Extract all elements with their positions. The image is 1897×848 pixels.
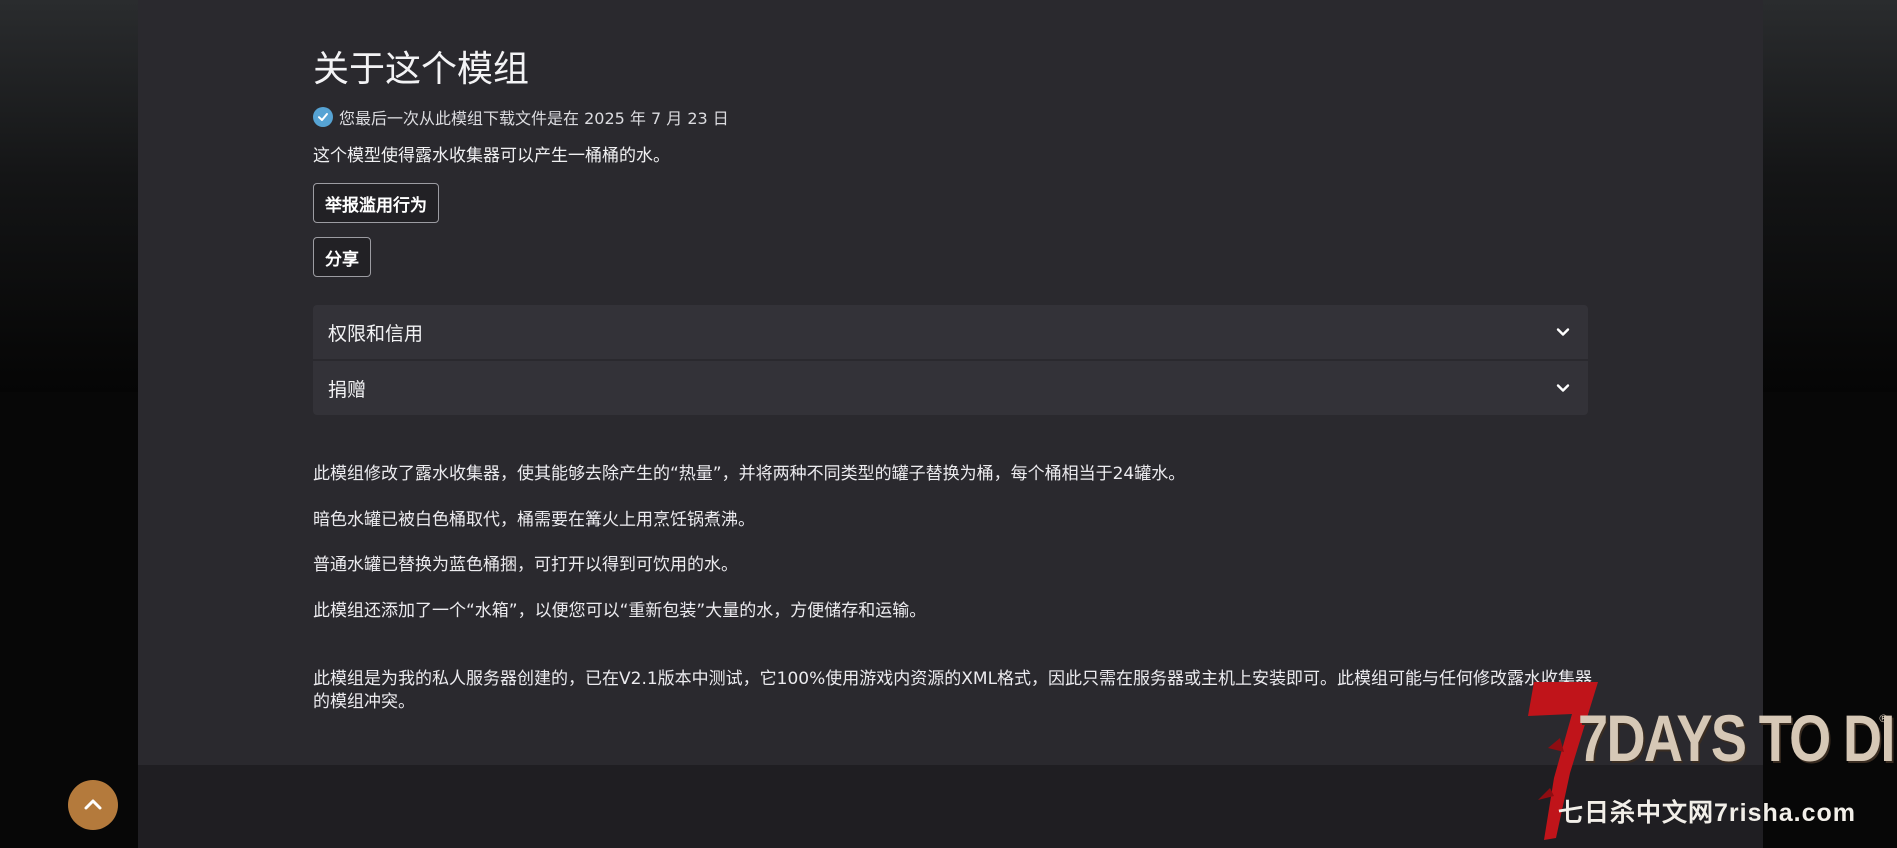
description-paragraph: 普通水罐已替换为蓝色桶捆，可打开以得到可饮用的水。 [313, 555, 738, 575]
description-paragraph: 此模组是为我的私人服务器创建的，已在V2.1版本中测试，它100%使用游戏内资源… [313, 669, 1593, 712]
chevron-up-icon [83, 796, 103, 815]
background-right [1761, 0, 1897, 392]
back-to-top-button[interactable] [68, 780, 118, 830]
download-notice-text: 您最后一次从此模组下载文件是在 2025 年 7 月 23 日 [339, 109, 729, 128]
description-paragraph: 此模组修改了露水收集器，使其能够去除产生的“热量”，并将两种不同类型的罐子替换为… [313, 464, 1186, 484]
logo-subtitle: 七日杀中文网7risha.com [1558, 799, 1857, 827]
report-abuse-button[interactable]: 举报滥用行为 [313, 183, 439, 223]
watermark-logo: 7DAYS TO DIE ® 七日杀中文网7risha.com [1520, 678, 1897, 848]
mod-summary: 这个模型使得露水收集器可以产生一桶桶的水。 [313, 146, 670, 166]
share-button[interactable]: 分享 [313, 237, 371, 277]
logo-title: 7DAYS TO DIE [1578, 701, 1897, 775]
page-title: 关于这个模组 [313, 49, 530, 90]
registered-mark: ® [1878, 712, 1889, 725]
accordion: 权限和信用 捐赠 [313, 305, 1588, 415]
description-paragraph: 暗色水罐已被白色桶取代，桶需要在篝火上用烹饪锅煮沸。 [313, 510, 755, 530]
accordion-item-donations[interactable]: 捐赠 [313, 359, 1588, 415]
chevron-down-icon [1556, 381, 1570, 395]
description-paragraph: 此模组还添加了一个“水箱”，以便您可以“重新包装”大量的水，方便储存和运输。 [313, 601, 927, 621]
check-circle-icon [313, 107, 333, 127]
chevron-down-icon [1556, 325, 1570, 339]
download-notice: 您最后一次从此模组下载文件是在 2025 年 7 月 23 日 [313, 106, 729, 128]
accordion-item-label: 捐赠 [328, 378, 367, 401]
accordion-item-label: 权限和信用 [328, 322, 424, 345]
accordion-item-permissions[interactable]: 权限和信用 [313, 305, 1588, 359]
background-left [0, 0, 140, 392]
